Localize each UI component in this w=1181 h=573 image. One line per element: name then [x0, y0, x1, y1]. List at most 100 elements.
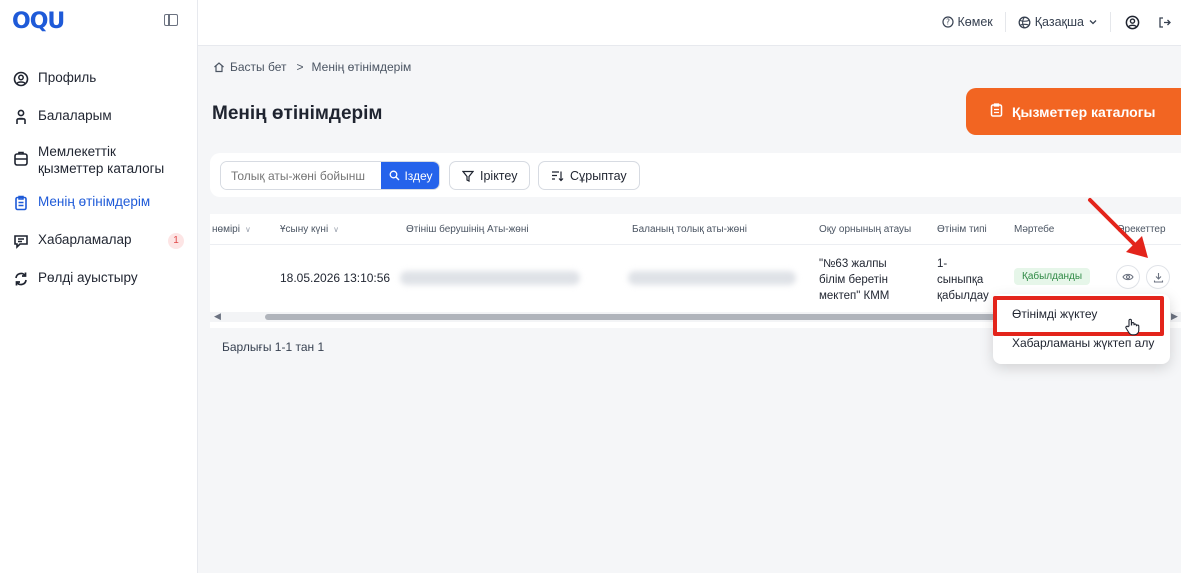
column-header-status: Мәртебе — [1014, 224, 1054, 235]
topbar: ? Көмек Қазақша — [198, 0, 1181, 46]
column-header-date[interactable]: Ұсыну күні ∨ — [280, 224, 339, 235]
catalog-icon — [12, 150, 30, 168]
clipboard-icon — [990, 103, 1003, 120]
sort-chevron-icon: ∨ — [333, 225, 340, 234]
sidebar-collapse-icon[interactable] — [164, 14, 178, 26]
notification-count-badge: 1 — [168, 233, 184, 249]
column-header-number[interactable]: нөмірі ∨ — [212, 224, 251, 235]
topbar-actions: ? Көмек Қазақша — [930, 12, 1171, 32]
topbar-divider — [1004, 12, 1006, 32]
help-icon: ? — [941, 16, 954, 28]
sidebar-item-label: Мемлекеттік қызметтер каталогы — [38, 144, 165, 176]
blurred-child-name — [628, 271, 796, 285]
download-button[interactable] — [1146, 265, 1170, 289]
table-cell-type: 1- сыныпқа қабылдау — [937, 256, 989, 304]
sidebar-item-label: Хабарламалар — [38, 232, 132, 247]
globe-icon — [1018, 16, 1031, 28]
breadcrumb: Басты бет > Менің өтінімдерім — [213, 60, 419, 74]
pagination-total: Барлығы 1-1 тан 1 — [222, 340, 325, 354]
column-header-school: Оқу орнының атауы — [819, 224, 911, 235]
school-line: "№63 жалпы — [819, 258, 887, 270]
search-input[interactable] — [221, 162, 381, 189]
download-icon — [1153, 272, 1163, 283]
breadcrumb-home[interactable]: Басты бет — [230, 60, 287, 74]
account-icon — [1125, 15, 1140, 29]
column-label: Мәртебе — [1014, 224, 1055, 235]
sidebar-nav: Профиль Балаларым Мемлекеттік қызметтер … — [0, 64, 198, 294]
sort-button[interactable]: Сұрыптау — [538, 161, 640, 190]
page-title: Менің өтінімдерім — [212, 103, 383, 124]
chevron-down-icon — [1089, 20, 1097, 25]
svg-text:?: ? — [946, 18, 950, 27]
search-button[interactable]: Іздеу — [381, 162, 439, 189]
column-label: нөмірі — [212, 224, 240, 235]
services-catalog-button[interactable]: Қызметтер каталогы — [966, 88, 1181, 135]
red-arrow-icon — [1088, 198, 1148, 258]
column-label: Ұсыну күні — [280, 224, 329, 235]
sort-icon — [552, 170, 564, 181]
sidebar-item-catalog[interactable]: Мемлекеттік қызметтер каталогы — [0, 137, 198, 183]
sidebar-item-profile[interactable]: Профиль — [0, 64, 198, 94]
language-selector[interactable]: Қазақша — [1018, 15, 1098, 29]
school-line: мектеп" КММ — [819, 290, 890, 302]
sidebar: OQU Профиль Балаларым Мемлекеттік қызмет… — [0, 0, 198, 573]
column-header-child: Баланың толық аты-жөні — [632, 224, 747, 235]
help-link[interactable]: ? Көмек — [941, 15, 993, 29]
breadcrumb-separator: > — [296, 60, 304, 74]
column-label: Баланың толық аты-жөні — [632, 224, 747, 235]
download-notification-item[interactable]: Хабарламаны жүктеп алу — [1012, 336, 1154, 350]
home-icon[interactable] — [213, 61, 225, 73]
scroll-right-arrow-icon[interactable]: ▶ — [1171, 311, 1178, 322]
logo-text: OQU — [12, 9, 65, 34]
type-line: сыныпқа — [937, 274, 984, 286]
search-icon — [389, 170, 400, 181]
topbar-divider — [1110, 12, 1111, 32]
sidebar-item-switch-role[interactable]: Рөлді ауыстыру — [0, 264, 198, 294]
account-button[interactable] — [1125, 15, 1140, 30]
search-group: Іздеу — [220, 161, 440, 190]
help-label: Көмек — [957, 15, 993, 29]
logout-button[interactable] — [1158, 16, 1171, 29]
clipboard-icon — [12, 194, 30, 212]
eye-icon — [1122, 273, 1134, 281]
services-catalog-label: Қызметтер каталогы — [1012, 103, 1156, 120]
table-cell-date: 18.05.2026 13:10:56 — [280, 271, 391, 285]
sidebar-item-label: Профиль — [38, 70, 97, 85]
type-line: қабылдау — [937, 290, 989, 302]
column-label: Өтінім типі — [937, 224, 987, 235]
language-label: Қазақша — [1034, 15, 1084, 29]
filter-button-label: Іріктеу — [480, 168, 518, 183]
hand-cursor-icon — [1125, 318, 1140, 336]
sidebar-item-label: Рөлді ауыстыру — [38, 270, 138, 285]
blurred-applicant-name — [400, 271, 580, 285]
table-cell-school: "№63 жалпы білім беретін мектеп" КММ — [819, 256, 889, 304]
type-line: 1- — [937, 258, 948, 270]
switch-icon — [12, 270, 30, 288]
sidebar-item-label: Балаларым — [38, 108, 112, 123]
logout-icon — [1159, 16, 1171, 28]
search-button-label: Іздеу — [404, 168, 433, 183]
funnel-icon — [462, 170, 474, 182]
message-icon — [12, 232, 30, 250]
column-label: Оқу орнының атауы — [819, 224, 912, 235]
scroll-left-arrow-icon[interactable]: ◀ — [214, 311, 221, 322]
sort-chevron-icon: ∨ — [244, 225, 251, 234]
sidebar-item-notifications[interactable]: Хабарламалар 1 — [0, 226, 198, 256]
school-line: білім беретін — [819, 274, 888, 286]
user-circle-icon — [12, 70, 30, 88]
sidebar-item-my-applications[interactable]: Менің өтінімдерім — [0, 188, 198, 218]
sidebar-item-children[interactable]: Балаларым — [0, 102, 198, 132]
filter-button[interactable]: Іріктеу — [449, 161, 531, 190]
table-header-divider — [210, 244, 1181, 245]
status-badge: Қабылданды — [1014, 268, 1091, 285]
column-header-applicant: Өтініш берушінің Аты-жөні — [406, 224, 529, 235]
column-header-type: Өтінім типі — [937, 224, 987, 235]
logo[interactable]: OQU — [12, 9, 65, 34]
breadcrumb-current: Менің өтінімдерім — [311, 60, 412, 74]
filter-bar: Іздеу Іріктеу Сұрыптау — [210, 153, 1181, 197]
column-label: Өтініш берушінің Аты-жөні — [406, 224, 529, 235]
view-button[interactable] — [1116, 265, 1140, 289]
child-icon — [12, 108, 30, 126]
sort-button-label: Сұрыптау — [570, 168, 627, 183]
sidebar-item-label: Менің өтінімдерім — [38, 194, 151, 209]
